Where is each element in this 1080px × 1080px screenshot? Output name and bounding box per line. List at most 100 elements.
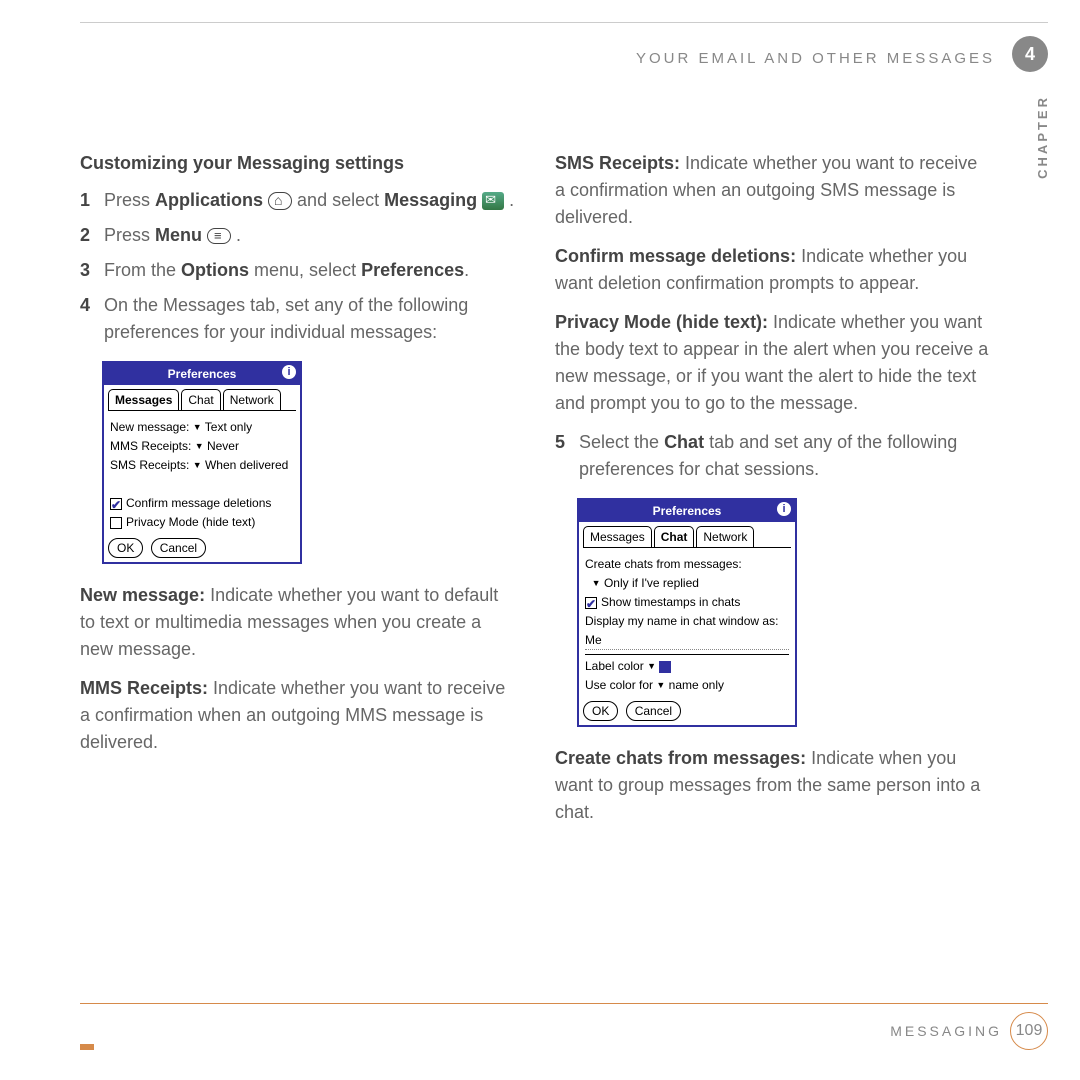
step-number: 2 [80,222,104,249]
ok-button: OK [583,701,618,721]
ok-button: OK [108,538,143,558]
info-icon: i [777,502,791,516]
color-swatch [659,661,671,673]
bold-preferences: Preferences [361,260,464,280]
bold-chat: Chat [664,432,704,452]
text: . [464,260,469,280]
dialog-buttons: OK Cancel [104,534,300,562]
check-label: Confirm message deletions [126,496,271,510]
dropdown-icon: ▼ [195,440,204,454]
dropdown-icon: ▼ [193,459,202,473]
step-body: Press Menu . [104,222,515,249]
title-text: Preferences [653,504,722,518]
step-body: Select the Chat tab and set any of the f… [579,429,990,483]
dropdown-icon: ▼ [656,679,665,693]
chapter-number-badge: 4 [1012,36,1048,72]
step-5: 5 Select the Chat tab and set any of the… [555,429,990,483]
steps-list: 1 Press Applications and select Messagin… [80,187,515,346]
term: MMS Receipts: [80,678,208,698]
running-head: YOUR EMAIL AND OTHER MESSAGES [636,50,995,67]
text: Select the [579,432,664,452]
tab-chat: Chat [181,389,220,410]
preferences-messages-screenshot: Preferences i Messages Chat Network New … [102,361,302,564]
row-create-chats-value: ▼ Only if I've replied [585,574,789,592]
tab-network: Network [223,389,281,410]
left-column: Customizing your Messaging settings 1 Pr… [80,150,515,980]
step-2: 2 Press Menu . [80,222,515,249]
dialog-title: Preferences i [104,363,300,385]
check-timestamps: Show timestamps in chats [585,593,789,611]
info-icon: i [282,365,296,379]
bold-messaging: Messaging [384,190,477,210]
menu-icon [207,228,231,244]
chapter-label-vertical: CHAPTER [1035,95,1050,179]
text: menu, select [249,260,361,280]
home-icon [268,192,292,210]
row-create-chats: Create chats from messages: [585,555,789,573]
term: Create chats from messages: [555,748,806,768]
dialog-body: New message: ▼ Text only MMS Receipts: ▼… [108,410,296,534]
row-new-message: New message: ▼ Text only [110,418,294,436]
step-number: 3 [80,257,104,284]
label: MMS Receipts: [110,439,191,453]
tab-network: Network [696,526,754,547]
value: Only if I've replied [604,576,699,590]
checkbox-icon [585,597,597,609]
term: Privacy Mode (hide text): [555,312,768,332]
step-body: Press Applications and select Messaging … [104,187,515,214]
term: SMS Receipts: [555,153,680,173]
row-mms: MMS Receipts: ▼ Never [110,437,294,455]
row-use-color: Use color for ▼ name only [585,676,789,694]
step-4: 4 On the Messages tab, set any of the fo… [80,292,515,346]
dropdown-icon: ▼ [647,660,656,674]
value: When delivered [205,458,288,472]
step-number: 1 [80,187,104,214]
text: . [504,190,514,210]
term: New message: [80,585,205,605]
top-rule [80,22,1048,23]
section-title: Customizing your Messaging settings [80,150,515,177]
tabs: Messages Chat Network [579,522,795,547]
text: From the [104,260,181,280]
check-privacy-mode: Privacy Mode (hide text) [110,513,294,531]
footer-accent [80,1044,94,1050]
dialog-buttons: OK Cancel [579,697,795,725]
bold-options: Options [181,260,249,280]
page-number: 109 [1010,1012,1048,1050]
page-footer: MESSAGING 109 [80,1003,1048,1050]
text: Press [104,225,155,245]
def-sms-receipts: SMS Receipts: Indicate whether you want … [555,150,990,231]
right-column: SMS Receipts: Indicate whether you want … [555,150,990,980]
dialog-title: Preferences i [579,500,795,522]
def-new-message: New message: Indicate whether you want t… [80,582,515,663]
checkbox-icon [110,517,122,529]
text: and select [292,190,384,210]
preferences-chat-screenshot: Preferences i Messages Chat Network Crea… [577,498,797,727]
messaging-icon [482,192,504,210]
cancel-button: Cancel [151,538,206,558]
step-1: 1 Press Applications and select Messagin… [80,187,515,214]
def-privacy-mode: Privacy Mode (hide text): Indicate wheth… [555,309,990,417]
cancel-button: Cancel [626,701,681,721]
check-confirm-deletions: Confirm message deletions [110,494,294,512]
step-body: On the Messages tab, set any of the foll… [104,292,515,346]
def-confirm-deletions: Confirm message deletions: Indicate whet… [555,243,990,297]
text: Press [104,190,155,210]
value: Never [207,439,239,453]
title-text: Preferences [168,367,237,381]
label: New message: [110,420,189,434]
tabs: Messages Chat Network [104,385,300,410]
dialog-body: Create chats from messages: ▼ Only if I'… [583,547,791,697]
footer-section: MESSAGING [890,1023,1002,1039]
step-body: From the Options menu, select Preference… [104,257,515,284]
value: name only [669,678,724,692]
label: Label color [585,659,644,673]
label: Use color for [585,678,653,692]
check-label: Privacy Mode (hide text) [126,515,255,529]
label: SMS Receipts: [110,458,189,472]
step-number: 5 [555,429,579,483]
step-3: 3 From the Options menu, select Preferen… [80,257,515,284]
value: Text only [205,420,252,434]
row-label-color: Label color ▼ [585,654,789,675]
row-sms: SMS Receipts: ▼ When delivered [110,456,294,474]
